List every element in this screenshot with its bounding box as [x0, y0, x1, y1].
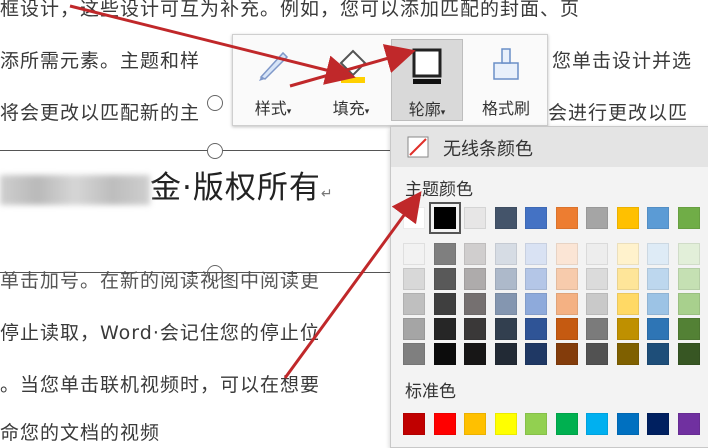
theme-shade-swatch[interactable]: [464, 293, 486, 315]
theme-shade-swatch[interactable]: [555, 343, 578, 365]
theme-shade-swatch[interactable]: [464, 243, 486, 265]
outline-label: 轮廓: [408, 100, 441, 119]
theme-shade-swatch[interactable]: [616, 268, 639, 290]
rotate-handle[interactable]: [207, 95, 223, 111]
theme-shade-swatch[interactable]: [403, 318, 425, 340]
doc-text-line-6: 。当您单击联机视频时，可以在想要: [0, 374, 321, 396]
theme-shade-swatch[interactable]: [464, 343, 486, 365]
theme-color-swatch[interactable]: [525, 207, 547, 229]
theme-shade-swatch[interactable]: [464, 268, 486, 290]
theme-shade-swatch[interactable]: [677, 343, 700, 365]
theme-color-swatch[interactable]: [647, 207, 669, 229]
theme-shade-swatch[interactable]: [525, 318, 547, 340]
theme-shade-swatch[interactable]: [616, 343, 639, 365]
theme-color-swatch[interactable]: [616, 207, 639, 229]
fill-chevron-icon: ▾: [364, 107, 370, 117]
wordart-top-border: [0, 150, 390, 151]
blurred-text: [0, 174, 150, 205]
theme-shade-swatch[interactable]: [494, 343, 517, 365]
format-painter-button[interactable]: 格式刷: [469, 39, 543, 119]
theme-shade-swatch[interactable]: [586, 318, 608, 340]
theme-shade-swatch[interactable]: [403, 243, 425, 265]
fill-button[interactable]: 填充▾: [315, 39, 387, 119]
theme-shade-swatch[interactable]: [464, 318, 486, 340]
theme-shade-swatch[interactable]: [586, 293, 608, 315]
doc-text-line-3: 将会更改以匹配新的主: [0, 102, 201, 124]
theme-shade-swatch[interactable]: [494, 268, 517, 290]
theme-shade-swatch[interactable]: [525, 293, 547, 315]
style-chevron-icon: ▾: [286, 107, 292, 117]
shape-format-toolbar: 样式▾ 填充▾ 轮廓▾ 格式刷: [232, 34, 548, 126]
theme-shade-swatch[interactable]: [494, 318, 517, 340]
outline-button[interactable]: 轮廓▾: [391, 39, 463, 121]
wordart-text[interactable]: 金·版权所有↵: [0, 162, 334, 207]
format-painter-icon: [486, 45, 526, 89]
theme-shade-swatch[interactable]: [555, 268, 578, 290]
theme-shade-swatch[interactable]: [555, 243, 578, 265]
theme-color-swatch[interactable]: [428, 202, 461, 234]
standard-colors-heading: 标准色: [405, 382, 456, 402]
format-painter-label: 格式刷: [481, 99, 530, 118]
theme-shade-swatch[interactable]: [616, 293, 639, 315]
theme-shade-swatch[interactable]: [616, 243, 639, 265]
theme-shade-swatch[interactable]: [616, 318, 639, 340]
theme-colors-heading: 主题颜色: [405, 180, 473, 200]
outline-box-icon: [407, 46, 447, 90]
theme-shade-swatch[interactable]: [677, 268, 700, 290]
paint-bucket-icon: [331, 45, 371, 89]
doc-text-line-3-right: 会进行更改以匹: [548, 102, 689, 124]
theme-shade-swatch[interactable]: [433, 343, 456, 365]
theme-color-swatch[interactable]: [586, 207, 608, 229]
doc-text-line-2-right: 您单击设计并选: [552, 50, 693, 72]
theme-shade-swatch[interactable]: [525, 343, 547, 365]
theme-shade-swatch[interactable]: [525, 243, 547, 265]
theme-shade-swatch[interactable]: [403, 343, 425, 365]
theme-color-swatch[interactable]: [555, 207, 578, 229]
style-label: 样式: [254, 99, 287, 118]
theme-shade-swatch[interactable]: [586, 243, 608, 265]
theme-shade-swatch[interactable]: [677, 318, 700, 340]
outline-chevron-icon: ▾: [440, 108, 446, 118]
theme-shade-swatch[interactable]: [433, 243, 456, 265]
theme-shade-swatch[interactable]: [647, 318, 669, 340]
theme-shade-swatch[interactable]: [647, 268, 669, 290]
theme-color-swatch[interactable]: [677, 207, 700, 229]
theme-shade-swatch[interactable]: [677, 243, 700, 265]
theme-color-swatch[interactable]: [403, 207, 425, 229]
theme-shade-swatch[interactable]: [403, 293, 425, 315]
theme-shade-swatch[interactable]: [433, 318, 456, 340]
theme-color-swatch[interactable]: [464, 207, 486, 229]
doc-text-line-2: 添所需元素。主题和样: [0, 50, 201, 72]
theme-shade-swatch[interactable]: [677, 293, 700, 315]
no-line-label: 无线条颜色: [443, 139, 533, 160]
theme-shade-swatch[interactable]: [586, 343, 608, 365]
doc-text-line-5: 停止读取，Word·会记住您的停止位: [0, 322, 320, 344]
style-pen-icon: [253, 45, 293, 89]
doc-text-line-4: 单击加号。在新的阅读视图中阅读更: [0, 270, 321, 292]
theme-shade-swatch[interactable]: [555, 318, 578, 340]
theme-color-swatch[interactable]: [494, 207, 517, 229]
theme-shade-swatch[interactable]: [647, 243, 669, 265]
theme-shade-swatch[interactable]: [586, 268, 608, 290]
no-color-icon: [407, 136, 429, 162]
theme-shade-swatch[interactable]: [555, 293, 578, 315]
fill-label: 填充: [332, 99, 365, 118]
theme-shade-swatch[interactable]: [494, 243, 517, 265]
doc-text-line-1: 框设计，这些设计可互为补充。例如，您可以添加匹配的封面、页: [0, 0, 581, 20]
theme-shade-swatch[interactable]: [647, 343, 669, 365]
theme-shade-swatch[interactable]: [647, 293, 669, 315]
theme-shade-swatch[interactable]: [403, 268, 425, 290]
theme-shade-swatch[interactable]: [525, 268, 547, 290]
resize-handle-top[interactable]: [207, 143, 223, 159]
no-line-color-item[interactable]: 无线条颜色: [391, 127, 708, 167]
outline-color-dropdown: 无线条颜色 主题颜色 标准色: [390, 126, 708, 448]
theme-shade-swatch[interactable]: [433, 268, 456, 290]
theme-shade-swatch[interactable]: [494, 293, 517, 315]
theme-shade-swatch[interactable]: [433, 293, 456, 315]
style-button[interactable]: 样式▾: [237, 39, 309, 119]
